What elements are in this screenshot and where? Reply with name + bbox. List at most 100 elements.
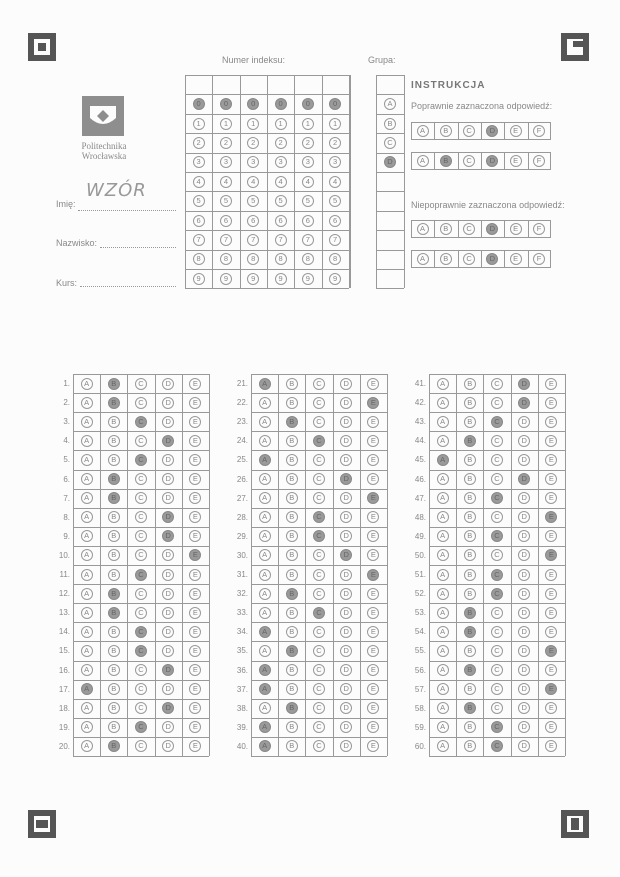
answer-bubble[interactable]: E [545, 587, 558, 600]
answer-bubble[interactable]: D [162, 492, 175, 505]
answer-bubble[interactable]: C [313, 434, 325, 447]
answer-bubble[interactable]: A [436, 683, 449, 696]
answer-bubble[interactable]: E [367, 568, 380, 581]
answer-bubble[interactable]: C [313, 473, 325, 486]
answer-bubble[interactable]: C [135, 549, 147, 562]
answer-bubble[interactable]: E [545, 453, 558, 466]
answer-bubble[interactable]: E [189, 625, 202, 638]
answer-bubble[interactable]: E [545, 683, 558, 696]
answer-bubble[interactable]: B [107, 549, 120, 562]
answer-bubble[interactable]: A [258, 568, 271, 581]
index-digit-bubble[interactable]: 7 [219, 233, 232, 246]
answer-bubble[interactable]: C [135, 377, 147, 390]
answer-bubble[interactable]: C [135, 625, 147, 638]
answer-bubble[interactable]: A [436, 587, 449, 600]
answer-bubble[interactable]: C [135, 721, 147, 734]
answer-bubble[interactable]: A [258, 664, 271, 677]
answer-bubble[interactable]: B [463, 453, 476, 466]
answer-bubble[interactable]: C [491, 644, 503, 657]
answer-bubble[interactable]: D [340, 568, 353, 581]
surname-line[interactable] [100, 247, 176, 249]
answer-bubble[interactable]: E [367, 587, 380, 600]
answer-bubble[interactable]: E [189, 644, 202, 657]
answer-bubble[interactable]: B [285, 530, 298, 543]
answer-bubble[interactable]: A [258, 434, 271, 447]
answer-bubble[interactable]: B [107, 473, 120, 486]
answer-bubble[interactable]: A [436, 606, 449, 619]
index-digit-bubble[interactable]: 4 [301, 175, 314, 188]
index-digit-bubble[interactable]: 1 [301, 117, 314, 130]
index-digit-bubble[interactable]: 9 [329, 272, 342, 285]
answer-bubble[interactable]: E [545, 721, 558, 734]
answer-bubble[interactable]: A [258, 530, 271, 543]
answer-bubble[interactable]: D [518, 625, 531, 638]
answer-bubble[interactable]: B [285, 683, 298, 696]
answer-bubble[interactable]: E [367, 549, 380, 562]
answer-bubble[interactable]: C [491, 606, 503, 619]
answer-bubble[interactable]: B [463, 568, 476, 581]
index-digit-bubble[interactable]: 3 [192, 156, 205, 169]
answer-bubble[interactable]: D [162, 396, 175, 409]
answer-bubble[interactable]: C [313, 606, 325, 619]
answer-bubble[interactable]: A [80, 606, 93, 619]
answer-bubble[interactable]: C [491, 683, 503, 696]
answer-bubble[interactable]: D [518, 587, 531, 600]
answer-bubble[interactable]: B [463, 434, 476, 447]
answer-bubble[interactable]: E [367, 644, 380, 657]
answer-bubble[interactable]: B [285, 473, 298, 486]
answer-bubble[interactable]: C [491, 549, 503, 562]
answer-bubble[interactable]: A [258, 511, 271, 524]
index-digit-bubble[interactable]: 7 [192, 233, 205, 246]
answer-bubble[interactable]: E [545, 664, 558, 677]
answer-bubble[interactable]: E [545, 740, 558, 753]
answer-bubble[interactable]: B [463, 702, 476, 715]
index-digit-bubble[interactable]: 7 [301, 233, 314, 246]
answer-bubble[interactable]: E [189, 377, 202, 390]
index-digit-bubble[interactable]: 3 [301, 156, 314, 169]
answer-bubble[interactable]: C [491, 721, 503, 734]
answer-bubble[interactable]: B [107, 434, 120, 447]
answer-bubble[interactable]: D [162, 377, 175, 390]
answer-bubble[interactable]: C [491, 415, 503, 428]
answer-bubble[interactable]: C [313, 415, 325, 428]
index-digit-bubble[interactable]: 5 [192, 195, 205, 208]
index-digit-bubble[interactable]: 2 [329, 136, 342, 149]
answer-bubble[interactable]: A [258, 683, 271, 696]
index-digit-bubble[interactable]: 4 [274, 175, 287, 188]
answer-bubble[interactable]: A [436, 625, 449, 638]
answer-bubble[interactable]: C [135, 568, 147, 581]
answer-bubble[interactable]: A [258, 549, 271, 562]
index-digit-bubble[interactable]: 6 [274, 214, 287, 227]
index-digit-bubble[interactable]: 5 [274, 195, 287, 208]
answer-bubble[interactable]: B [285, 511, 298, 524]
answer-bubble[interactable]: E [189, 492, 202, 505]
answer-bubble[interactable]: C [491, 377, 503, 390]
answer-bubble[interactable]: E [367, 740, 380, 753]
answer-bubble[interactable]: A [436, 549, 449, 562]
answer-bubble[interactable]: C [491, 702, 503, 715]
answer-bubble[interactable]: B [285, 644, 298, 657]
index-digit-bubble[interactable]: 1 [219, 117, 232, 130]
answer-bubble[interactable]: E [545, 415, 558, 428]
name-line[interactable] [78, 210, 176, 212]
answer-bubble[interactable]: D [518, 434, 531, 447]
answer-bubble[interactable]: C [491, 587, 503, 600]
answer-bubble[interactable]: D [162, 434, 175, 447]
index-digit-bubble[interactable]: 1 [329, 117, 342, 130]
answer-bubble[interactable]: A [258, 740, 271, 753]
answer-bubble[interactable]: D [340, 721, 353, 734]
answer-bubble[interactable]: D [340, 740, 353, 753]
answer-bubble[interactable]: E [367, 473, 380, 486]
instruction-example-bubble[interactable]: C [463, 253, 476, 265]
answer-bubble[interactable]: E [189, 702, 202, 715]
answer-bubble[interactable]: B [107, 625, 120, 638]
answer-bubble[interactable]: A [436, 721, 449, 734]
answer-bubble[interactable]: D [340, 530, 353, 543]
index-digit-bubble[interactable]: 8 [192, 253, 205, 266]
index-digit-bubble[interactable]: 2 [301, 136, 314, 149]
answer-bubble[interactable]: E [545, 396, 558, 409]
answer-bubble[interactable]: E [367, 453, 380, 466]
answer-bubble[interactable]: D [340, 702, 353, 715]
answer-bubble[interactable]: B [285, 664, 298, 677]
instruction-example-bubble[interactable]: E [509, 155, 522, 167]
